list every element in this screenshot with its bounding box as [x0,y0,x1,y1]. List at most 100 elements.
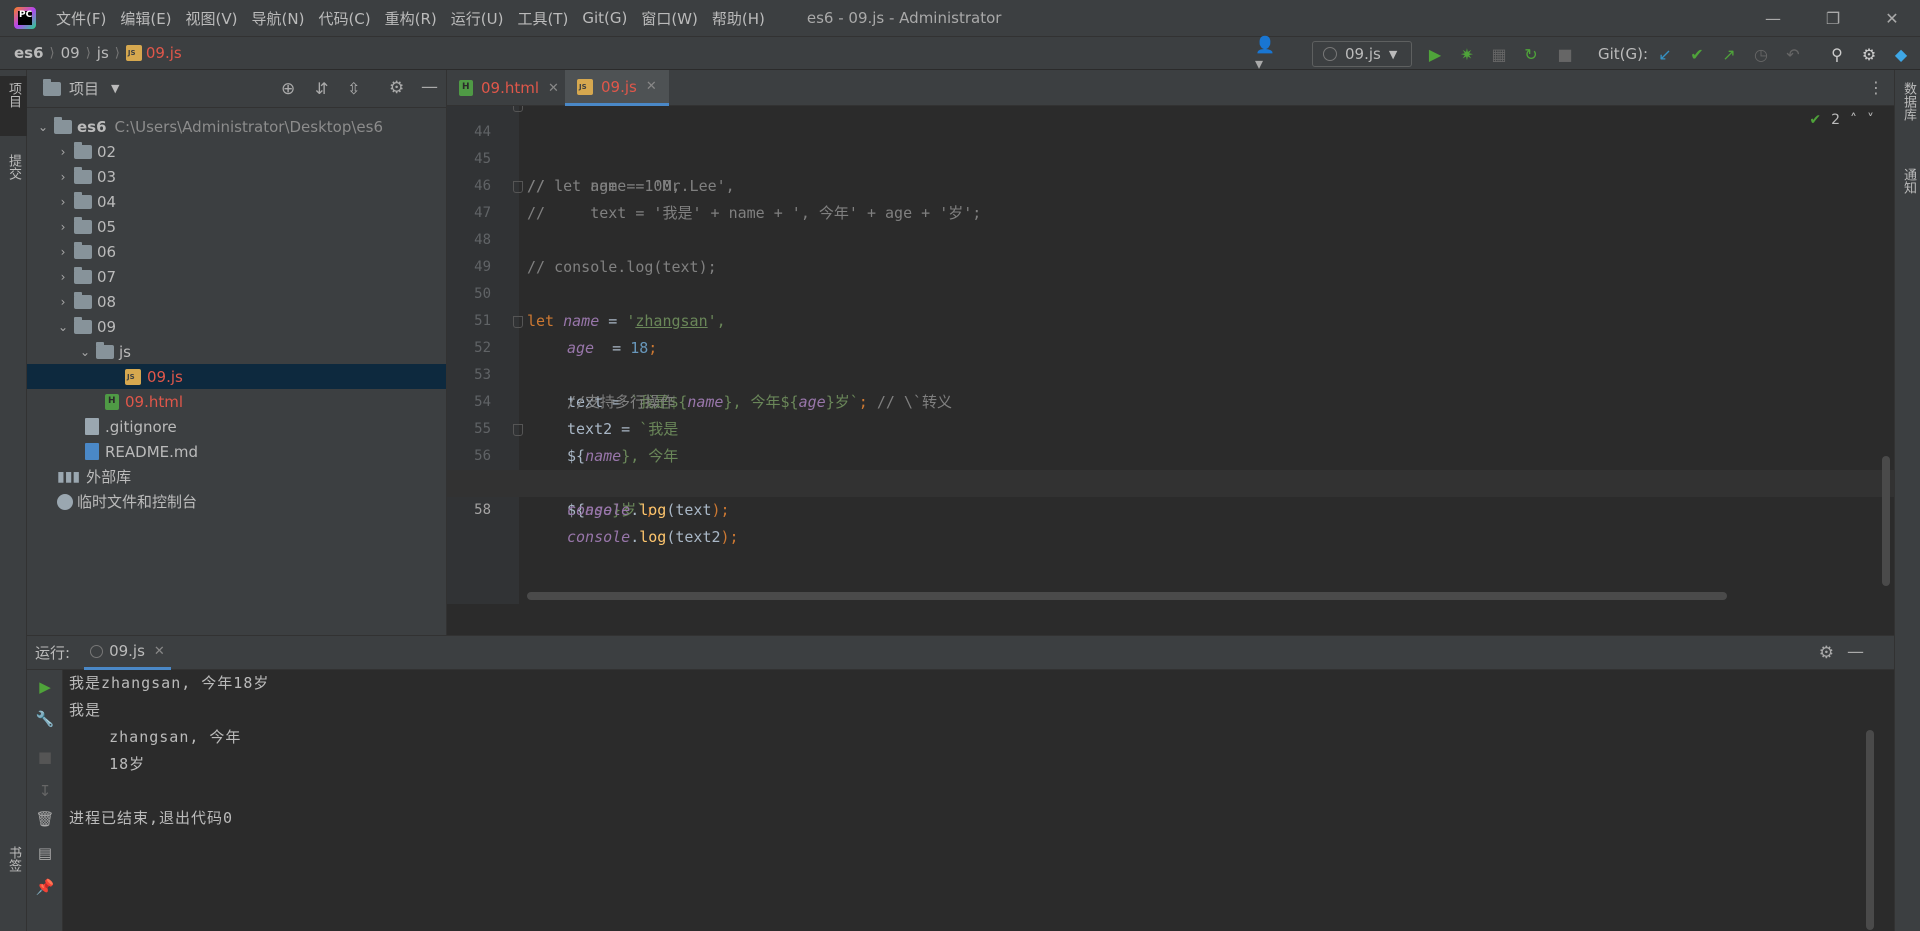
gear-icon[interactable]: ⚙ [1860,45,1878,64]
chevron-right-icon[interactable]: › [57,270,69,284]
hide-icon[interactable]: — [421,77,438,97]
tree-folder-09[interactable]: ⌄ 09 [27,314,446,339]
breadcrumb-root[interactable]: es6 [14,44,44,62]
tree-folder-07[interactable]: › 07 [27,264,446,289]
tree-scratches[interactable]: 临时文件和控制台 [27,489,446,514]
close-icon[interactable]: ✕ [548,81,559,96]
run-config-select[interactable]: 09.js ▼ [1312,41,1412,67]
wrench-icon[interactable]: 🔧 [36,710,55,728]
chevron-down-icon[interactable]: ⌄ [57,320,69,334]
run-toolbar: ▶ 🔧 ■ ↧ 🗑 ▤ 📌 [27,670,63,931]
project-panel-title[interactable]: 项目 [69,78,99,99]
menu-git[interactable]: Git(G) [582,9,627,27]
git-history-icon[interactable]: ◷ [1752,45,1770,64]
coverage-icon[interactable]: ▦ [1490,45,1508,64]
database-tool-label[interactable]: 数据库 [1899,82,1918,121]
menu-edit[interactable]: 编辑(E) [120,8,171,29]
user-icon[interactable]: 👤▾ [1255,35,1275,73]
tree-file-readme[interactable]: README.md [27,439,446,464]
debug-icon[interactable]: ✷ [1458,45,1476,64]
scroll-to-end-icon[interactable]: ↧ [36,782,54,800]
tree-file-gitignore[interactable]: .gitignore [27,414,446,439]
tree-file-09-html[interactable]: 09.html [27,389,446,414]
menu-refactor[interactable]: 重构(R) [385,8,437,29]
tree-external-libraries[interactable]: ▮▮▮ 外部库 [27,464,446,489]
chevron-down-icon[interactable]: ▼ [111,82,119,95]
chevron-down-icon[interactable]: ⌄ [79,345,91,359]
tree-folder-05[interactable]: › 05 [27,214,446,239]
project-tool-button[interactable]: 项目 [0,76,27,136]
breadcrumb-folder-js[interactable]: js [97,44,109,62]
collapse-all-icon[interactable]: ⇳ [347,79,360,98]
gear-icon[interactable]: ⚙ [389,78,404,98]
chevron-down-icon: ▼ [1388,47,1398,61]
tree-folder-06[interactable]: › 06 [27,239,446,264]
stop-icon[interactable]: ■ [36,748,54,766]
menu-tools[interactable]: 工具(T) [517,8,568,29]
hide-icon[interactable]: — [1847,642,1864,662]
notifications-tool-label[interactable]: 通知 [1899,168,1918,194]
bookmarks-tool-label[interactable]: 书签 [4,846,23,872]
tree-folder-04[interactable]: › 04 [27,189,446,214]
chevron-right-icon[interactable]: › [57,145,69,159]
tree-root[interactable]: ⌄ es6 C:\Users\Administrator\Desktop\es6 [27,114,446,139]
trash-icon[interactable]: 🗑 [35,810,54,828]
toolbox-icon[interactable]: ◆ [1892,45,1910,64]
close-icon[interactable]: ✕ [1864,0,1920,36]
stop-icon[interactable]: ■ [1556,45,1574,64]
tree-folder-02[interactable]: › 02 [27,139,446,164]
gitignore-file-icon [85,418,99,435]
tree-file-09-js[interactable]: 09.js [27,364,446,389]
fold-marker-icon[interactable] [513,181,523,193]
code-line: 50 let name = 'zhangsan', [447,254,1894,330]
restore-icon[interactable]: ❐ [1805,0,1861,36]
tab-09-js[interactable]: 09.js ✕ [565,70,669,106]
menu-run[interactable]: 运行(U) [451,8,504,29]
profile-icon[interactable]: ↻ [1522,45,1540,64]
menu-view[interactable]: 视图(V) [186,8,238,29]
fold-marker-icon[interactable] [513,106,523,112]
git-commit-icon[interactable]: ✔ [1688,45,1706,64]
run-icon[interactable]: ▶ [1426,45,1444,64]
vertical-scrollbar[interactable] [1866,730,1874,930]
breadcrumb-file[interactable]: 09.js [146,44,182,62]
git-push-icon[interactable]: ↗ [1720,45,1738,64]
menu-code[interactable]: 代码(C) [318,8,370,29]
rerun-icon[interactable]: ▶ [36,678,54,696]
chevron-right-icon[interactable]: › [57,170,69,184]
tree-folder-03[interactable]: › 03 [27,164,446,189]
search-icon[interactable]: ⚲ [1828,45,1846,64]
fold-marker-icon[interactable] [513,316,523,328]
git-update-icon[interactable]: ↙ [1656,45,1674,64]
chevron-right-icon[interactable]: › [57,220,69,234]
minimize-icon[interactable]: — [1745,0,1801,36]
commit-tool-label[interactable]: 提交 [4,154,23,180]
chevron-right-icon[interactable]: › [57,245,69,259]
tree-folder-js[interactable]: ⌄ js [27,339,446,364]
tree-folder-08[interactable]: › 08 [27,289,446,314]
breadcrumb-folder-09[interactable]: 09 [61,44,80,62]
more-options-icon[interactable]: ⋮ [1868,78,1884,97]
chevron-right-icon[interactable]: › [57,195,69,209]
vertical-scrollbar[interactable] [1882,456,1890,586]
console-output[interactable]: 我是zhangsan, 今年18岁 我是 zhangsan, 今年 18岁 进程… [69,670,1874,931]
chevron-right-icon[interactable]: › [57,295,69,309]
gear-icon[interactable]: ⚙ [1819,643,1834,663]
layout-icon[interactable]: ▤ [36,844,54,862]
code-editor[interactable]: ✔ 2 ˄ ˅ 44 // let name = 'Mr.Lee', 45 //… [447,106,1894,604]
chevron-down-icon[interactable]: ⌄ [37,120,49,134]
expand-all-icon[interactable]: ⇵ [315,79,328,98]
fold-marker-icon[interactable] [513,424,523,436]
menu-navigate[interactable]: 导航(N) [252,8,305,29]
run-tab-09-js[interactable]: 09.js ✕ [84,636,171,670]
menu-help[interactable]: 帮助(H) [712,8,765,29]
git-rollback-icon[interactable]: ↶ [1784,45,1802,64]
close-icon[interactable]: ✕ [154,644,165,659]
menu-window[interactable]: 窗口(W) [641,8,698,29]
menu-file[interactable]: 文件(F) [56,8,106,29]
locate-icon[interactable]: ⊕ [281,79,295,99]
close-icon[interactable]: ✕ [646,79,657,94]
tab-09-html[interactable]: 09.html ✕ [447,70,571,106]
horizontal-scrollbar[interactable] [527,592,1727,600]
pin-icon[interactable]: 📌 [36,878,55,896]
